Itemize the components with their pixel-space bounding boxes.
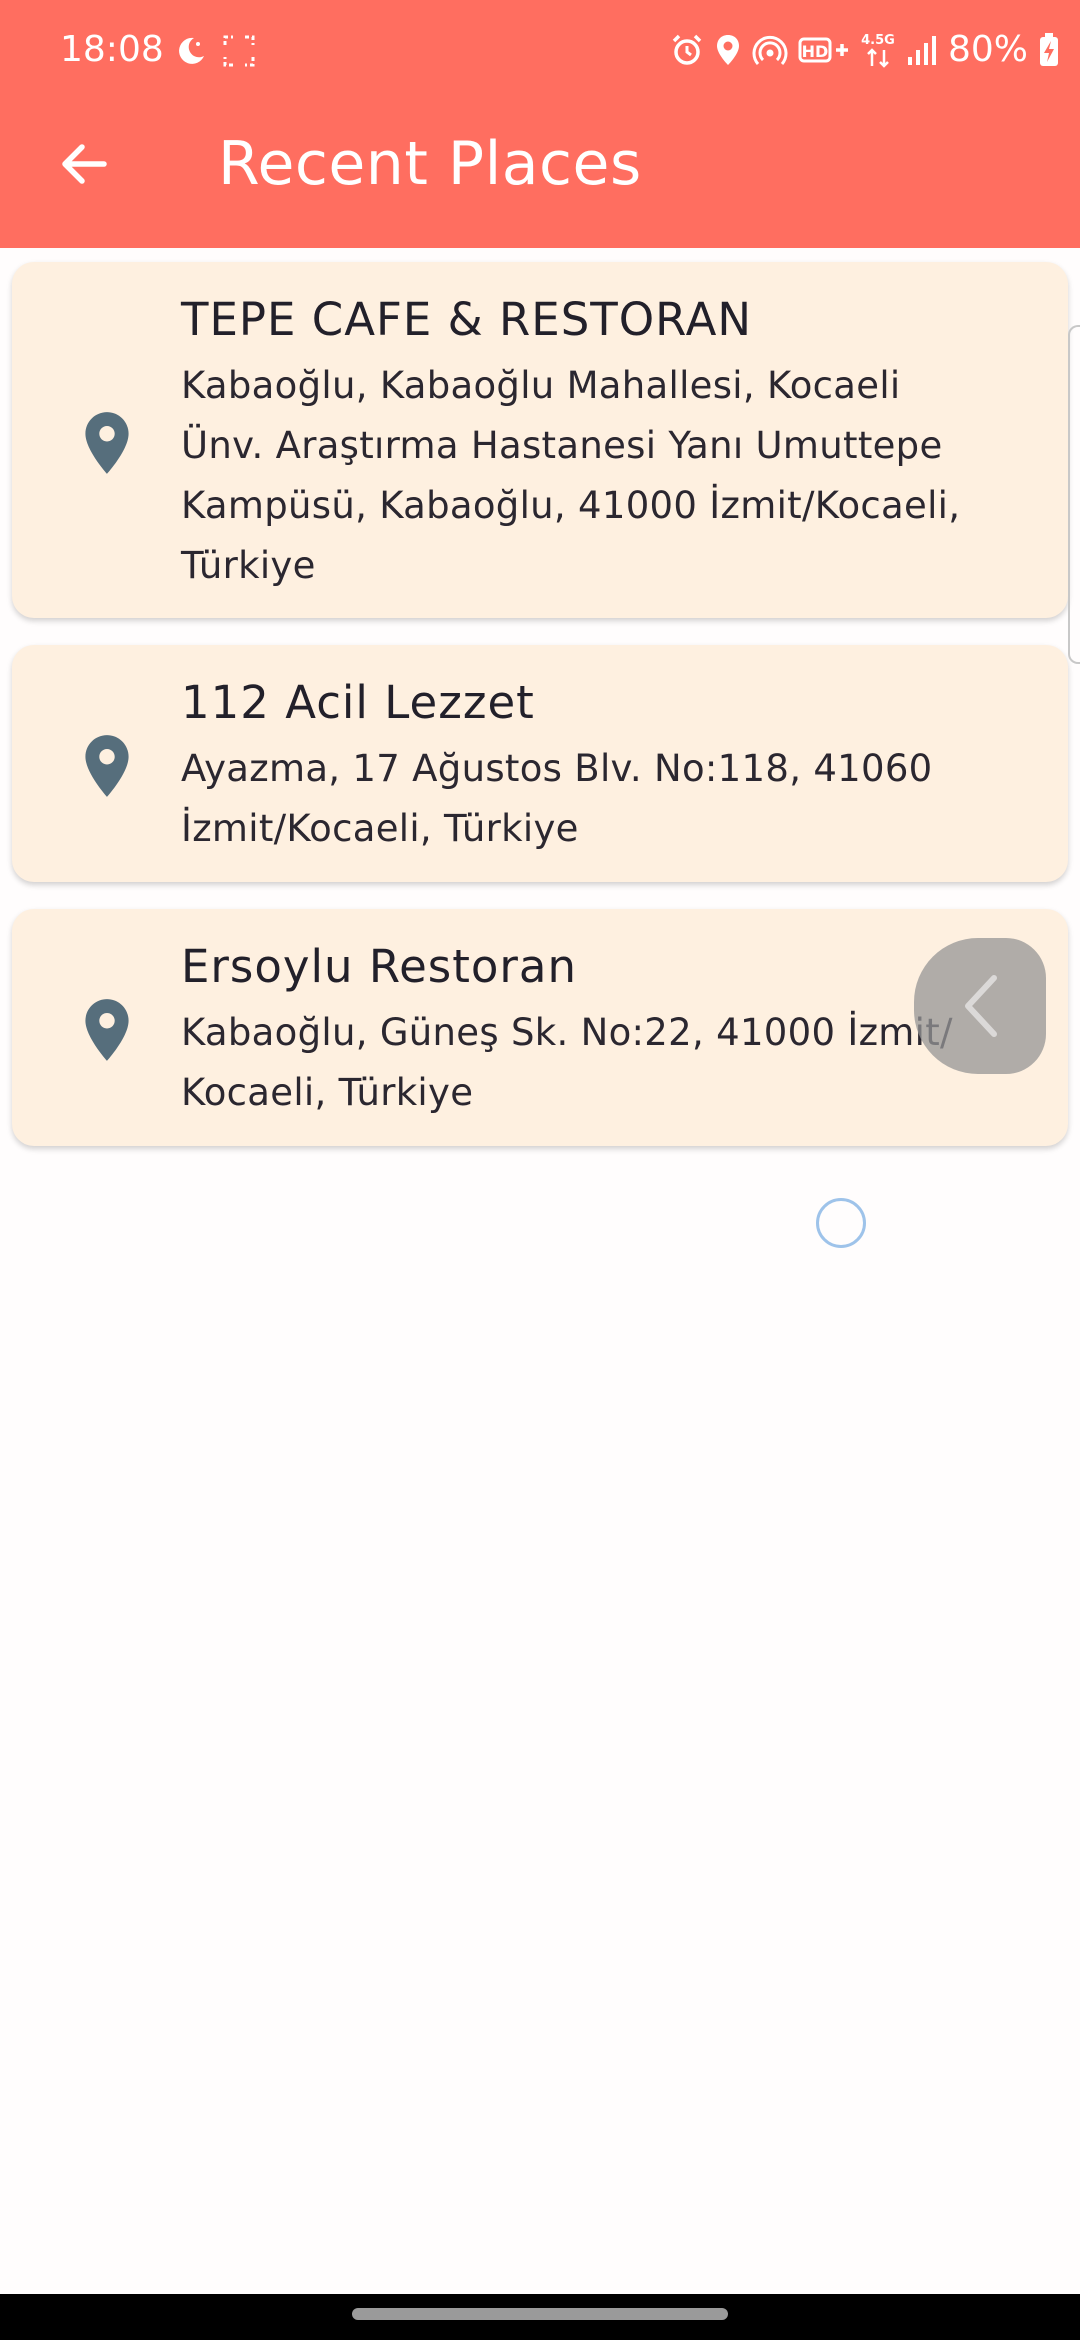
screen-record-icon: [223, 35, 255, 67]
back-button[interactable]: [44, 124, 124, 204]
place-address: Kabaoğlu, Güneş Sk. No:22, 41000 İzmit/ …: [181, 1003, 1028, 1123]
navigation-bar: [0, 2294, 1080, 2340]
hotspot-icon: [752, 35, 788, 65]
place-card-tepe-cafe[interactable]: TEPE CAFE & RESTORAN Kabaoğlu, Kabaoğlu …: [12, 262, 1068, 618]
edge-panel-handle[interactable]: [1068, 325, 1080, 664]
signal-icon: [907, 36, 936, 65]
place-text: 112 Acil Lezzet Ayazma, 17 Ağustos Blv. …: [181, 675, 1028, 859]
hd-voice-icon: HD: [798, 37, 848, 63]
place-name: Ersoylu Restoran: [181, 940, 578, 993]
chevron-left-icon: [965, 975, 997, 1037]
alarm-icon: [672, 34, 702, 65]
address-line: Kabaoğlu, Güneş Sk. No:22, 41000 İzmit/: [181, 1011, 953, 1054]
place-card-ersoylu-restoran[interactable]: Ersoylu Restoran Kabaoğlu, Güneş Sk. No:…: [12, 909, 1068, 1146]
address-line: Kampüsü, Kabaoğlu, 41000 İzmit/Kocaeli,: [181, 484, 961, 527]
location-pin-icon: [85, 999, 129, 1061]
status-time: 18:08: [60, 29, 164, 70]
place-text: TEPE CAFE & RESTORAN Kabaoğlu, Kabaoğlu …: [181, 292, 1028, 596]
location-pin-icon: [85, 735, 129, 797]
location-icon: [716, 35, 739, 65]
place-address: Kabaoğlu, Kabaoğlu Mahallesi, Kocaeli Ün…: [181, 356, 1028, 596]
app-header: 18:08 HD 4.5G 80% Recent Places: [0, 0, 1080, 248]
place-text: Ersoylu Restoran Kabaoğlu, Güneş Sk. No:…: [181, 939, 1028, 1123]
network-type-icon: 4.5G: [861, 33, 895, 68]
arrow-back-icon: [62, 144, 107, 184]
battery-charging-icon: [1040, 33, 1058, 66]
address-line: Ünv. Araştırma Hastanesi Yanı Umuttepe: [181, 424, 943, 467]
back-gesture-indicator[interactable]: [914, 938, 1046, 1074]
place-address: Ayazma, 17 Ağustos Blv. No:118, 41060 İz…: [181, 739, 1028, 859]
battery-percent: 80%: [947, 29, 1028, 70]
place-name: 112 Acil Lezzet: [181, 676, 535, 729]
address-line: Kocaeli, Türkiye: [181, 1071, 474, 1114]
status-right-icons: HD 4.5G 80%: [670, 28, 1060, 72]
svg-text:4.5G: 4.5G: [861, 33, 895, 48]
moon-icon: [179, 37, 204, 64]
status-bar: 18:08 HD 4.5G 80%: [0, 0, 1080, 104]
touch-indicator: [816, 1198, 866, 1248]
svg-text:HD: HD: [802, 42, 829, 61]
address-line: Türkiye: [181, 544, 316, 587]
address-line: Ayazma, 17 Ağustos Blv. No:118, 41060: [181, 747, 933, 790]
app-screen: 18:08 HD 4.5G 80% Recent Places TEPE CAF…: [0, 0, 1080, 2340]
place-card-112-acil-lezzet[interactable]: 112 Acil Lezzet Ayazma, 17 Ağustos Blv. …: [12, 645, 1068, 882]
home-gesture-handle[interactable]: [352, 2308, 728, 2320]
location-pin-icon: [85, 412, 129, 474]
place-name: TEPE CAFE & RESTORAN: [181, 293, 753, 346]
address-line: Kabaoğlu, Kabaoğlu Mahallesi, Kocaeli: [181, 364, 901, 407]
page-title: Recent Places: [218, 129, 642, 199]
status-left-icons: [174, 34, 256, 68]
address-line: İzmit/Kocaeli, Türkiye: [181, 807, 579, 850]
